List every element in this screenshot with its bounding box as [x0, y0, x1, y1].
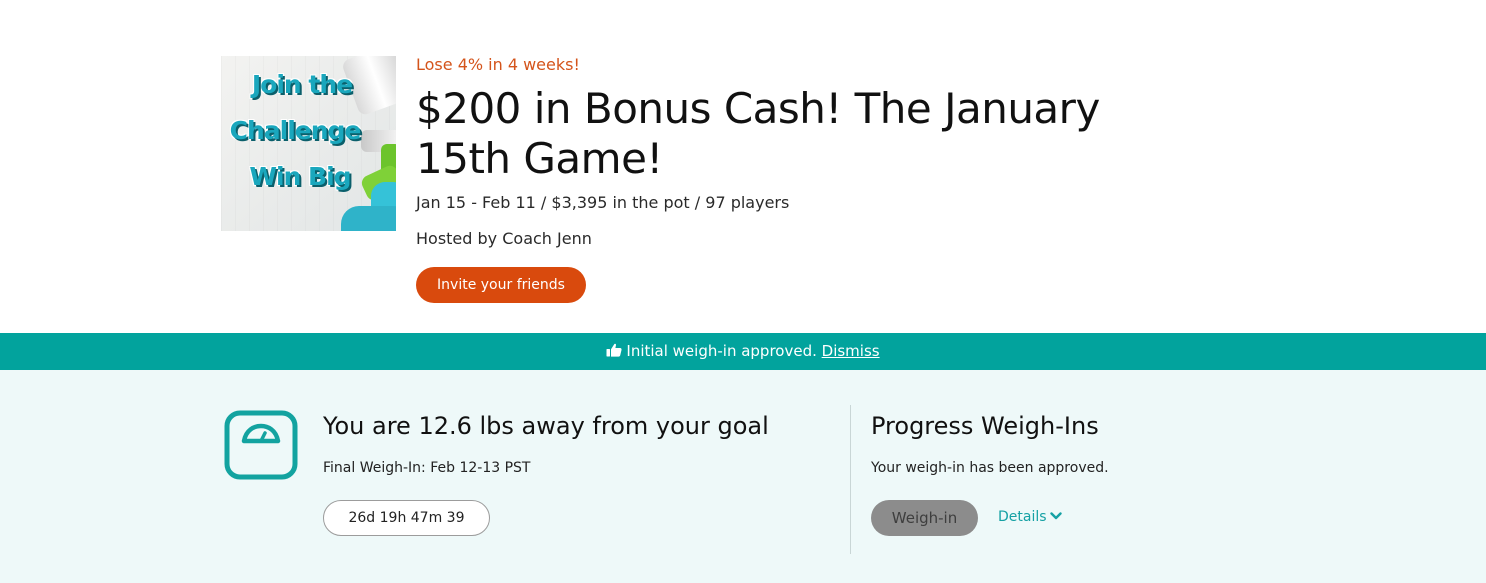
promo-image: Join the Challenge Win Big [221, 56, 396, 231]
status-panel [0, 370, 1486, 583]
promo-sneaker-sole-graphic [341, 206, 396, 231]
thumbs-up-icon [606, 343, 622, 357]
weigh-in-button[interactable]: Weigh-in [871, 500, 978, 536]
goal-heading: You are 12.6 lbs away from your goal [323, 412, 769, 440]
invite-friends-button[interactable]: Invite your friends [416, 267, 586, 303]
promo-line-win: Win Big [249, 162, 351, 191]
chevron-down-icon [1049, 512, 1062, 520]
promo-line-challenge: Challenge [229, 116, 362, 145]
notice-bar: Initial weigh-in approved. Dismiss [0, 333, 1486, 370]
progress-status-text: Your weigh-in has been approved. [871, 460, 1109, 476]
details-label: Details [998, 509, 1047, 525]
dismiss-link[interactable]: Dismiss [822, 342, 880, 360]
game-title: $200 in Bonus Cash! The January 15th Gam… [416, 84, 1100, 183]
section-divider [850, 405, 851, 554]
countdown-timer: 26d 19h 47m 39 [323, 500, 490, 536]
notice-message: Initial weigh-in approved. [626, 342, 817, 360]
progress-heading: Progress Weigh-Ins [871, 412, 1099, 440]
game-subtitle: Lose 4% in 4 weeks! [416, 55, 580, 74]
scale-icon [224, 410, 298, 480]
game-header: Join the Challenge Win Big Lose 4% in 4 … [0, 0, 1486, 333]
game-meta: Jan 15 - Feb 11 / $3,395 in the pot / 97… [416, 193, 790, 212]
game-host: Hosted by Coach Jenn [416, 229, 592, 248]
details-link[interactable]: Details [998, 509, 1062, 525]
promo-line-join: Join the [251, 70, 353, 99]
final-weigh-in-date: Final Weigh-In: Feb 12-13 PST [323, 460, 531, 476]
